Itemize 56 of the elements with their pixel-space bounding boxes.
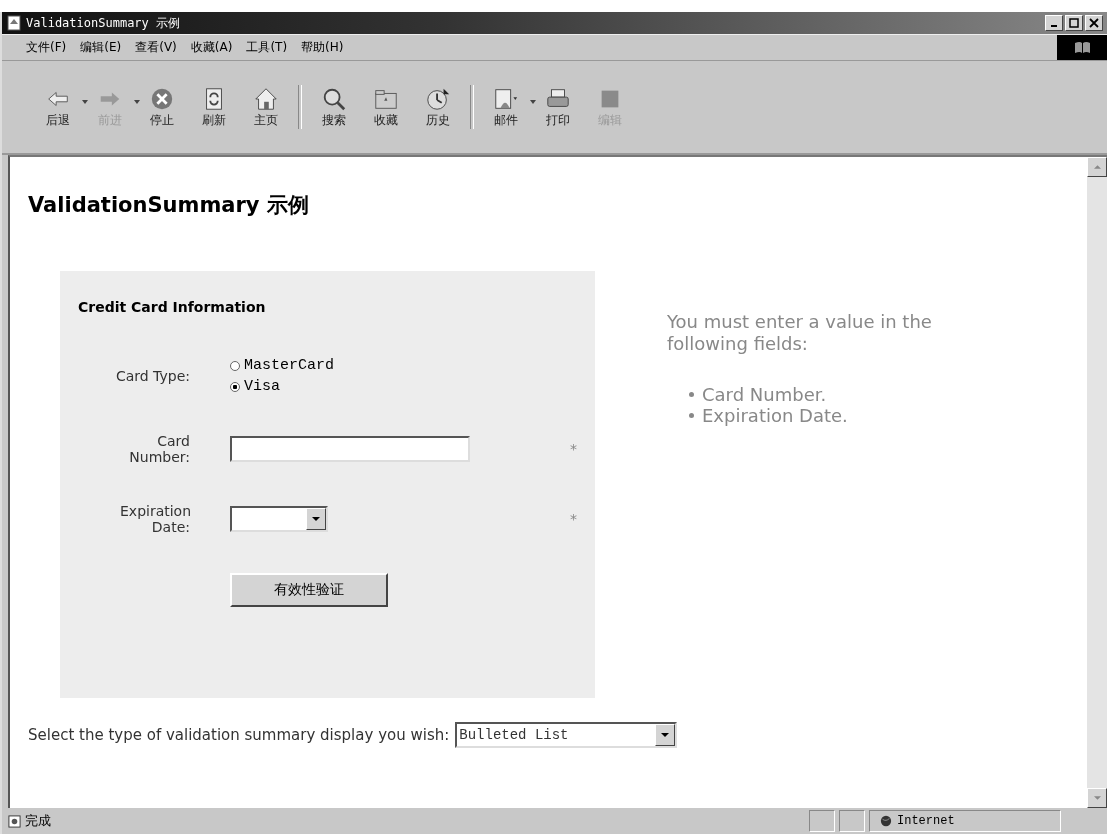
summary-header: You must enter a value in the following fields:: [667, 311, 933, 355]
radio-label: MasterCard: [244, 357, 334, 374]
scroll-down-icon: [1093, 796, 1101, 800]
status-pane: [839, 810, 865, 832]
menu-item[interactable]: 收藏(A): [190, 39, 233, 56]
toolbar-button[interactable]: 后退: [32, 85, 84, 129]
card-number-field[interactable]: [230, 436, 470, 462]
menu-item[interactable]: 文件(F): [26, 39, 67, 56]
page-icon: [6, 15, 22, 31]
toolbar-button[interactable]: 停止: [136, 85, 188, 129]
summary-item: Expiration Date.: [702, 405, 848, 427]
scroll-up-icon: [1093, 165, 1101, 169]
menu-item[interactable]: 编辑(E): [80, 39, 122, 56]
toolbar-button[interactable]: 历史: [412, 85, 464, 129]
field-label: Card Number:: [128, 433, 190, 465]
close-icon: [1089, 18, 1099, 28]
menu-item[interactable]: 帮助(H): [301, 39, 344, 56]
radio-button[interactable]: [230, 381, 240, 392]
zone-text: Internet: [897, 814, 955, 828]
validate-button[interactable]: 有效性验证: [230, 573, 388, 607]
toolbar-button[interactable]: 刷新: [188, 85, 240, 129]
close-button[interactable]: [1085, 15, 1103, 31]
globe-icon: [880, 815, 892, 827]
required-mark: *: [570, 511, 578, 527]
toolbar-button[interactable]: 收藏: [360, 85, 412, 129]
window-title: ValidationSummary 示例: [26, 14, 181, 32]
status-text: 完成: [25, 812, 52, 830]
toolbar-button[interactable]: 搜索: [308, 85, 360, 129]
toolbar-button[interactable]: 邮件: [480, 85, 532, 129]
page-icon: [8, 814, 21, 828]
vertical-scrollbar[interactable]: [1087, 157, 1107, 808]
house-icon: [253, 85, 279, 112]
toolbar-button[interactable]: 主页: [240, 85, 292, 129]
menu-item[interactable]: 查看(V): [135, 39, 177, 56]
field-label: Expiration Date:: [120, 503, 190, 535]
toolbar-button[interactable]: 打印: [532, 85, 584, 129]
required-mark: *: [570, 441, 578, 457]
radio-button[interactable]: [230, 360, 240, 371]
radio-label: Visa: [244, 378, 280, 395]
summary-item: Card Number.: [702, 384, 827, 406]
menu-item[interactable]: 工具(T): [246, 39, 288, 56]
expiration-dropdown[interactable]: [230, 506, 328, 532]
display-label: Select the type of validation summary display you wish:: [28, 726, 450, 744]
minimize-button[interactable]: [1045, 15, 1063, 31]
dropdown-arrow-icon: [312, 517, 320, 521]
bullet-icon: [689, 392, 694, 398]
dropdown-arrow-icon: [661, 733, 670, 737]
status-pane: [809, 810, 835, 832]
display-type-dropdown[interactable]: Bulleted List: [455, 722, 678, 748]
field-label: Card Type:: [114, 368, 190, 384]
page-heading: ValidationSummary 示例: [28, 192, 310, 219]
form-title: Credit Card Information: [78, 299, 267, 315]
maximize-icon: [1069, 18, 1079, 28]
maximize-button[interactable]: [1065, 15, 1083, 31]
bullet-icon: [689, 413, 694, 419]
minimize-icon: [1051, 25, 1057, 27]
